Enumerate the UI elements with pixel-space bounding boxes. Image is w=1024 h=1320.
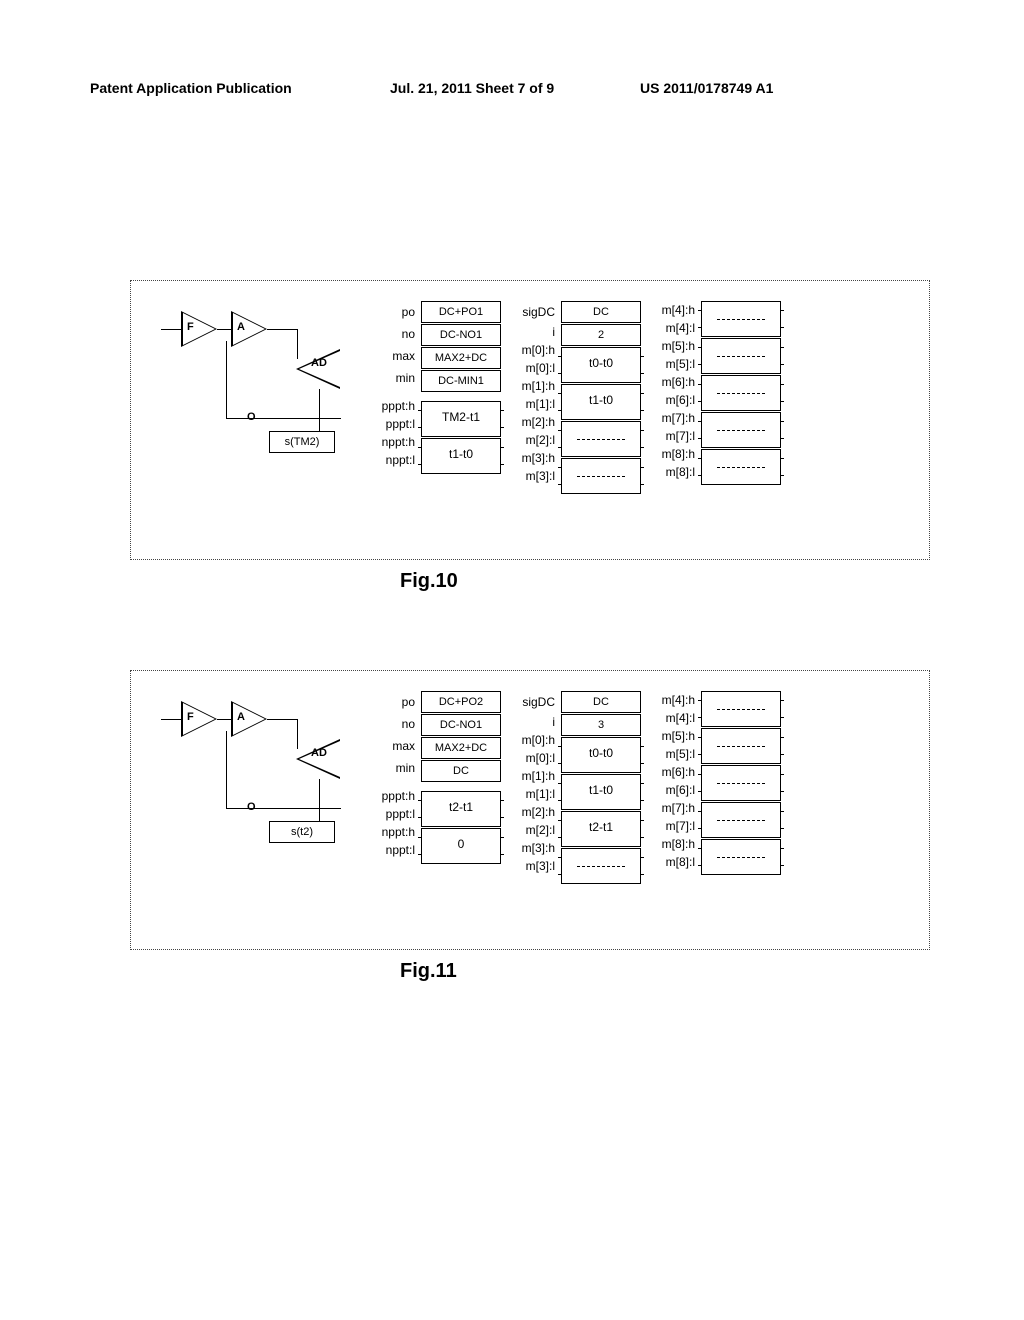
header-left: Patent Application Publication	[90, 80, 292, 96]
amp-f-label: F	[187, 711, 194, 723]
figure-11: F A AD O s(t2) po no max min pppt:h pppt…	[130, 670, 930, 950]
col2-boxes: DC 3 t0-t0 t1-t0 t2-t1	[561, 691, 641, 885]
col3-labels: m[4]:h m[4]:l m[5]:h m[5]:l m[6]:h m[6]:…	[651, 691, 701, 871]
ad-label: AD	[311, 357, 327, 369]
col2-boxes: DC 2 t0-t0 t1-t0	[561, 301, 641, 495]
col3-labels: m[4]:h m[4]:l m[5]:h m[5]:l m[6]:h m[6]:…	[651, 301, 701, 481]
figure-10: F A AD O s(TM2) po no max min pppt:h ppp…	[130, 280, 930, 560]
schematic-fig11: F A AD O s(t2)	[161, 691, 351, 841]
s-box: s(TM2)	[269, 431, 335, 453]
amp-a-label: A	[237, 711, 245, 723]
figure-10-caption: Fig.10	[400, 570, 458, 593]
o-label: O	[247, 801, 256, 813]
schematic-fig10: F A AD O s(TM2)	[161, 301, 351, 451]
col3-boxes	[701, 691, 781, 876]
col1-labels: po no max min pppt:h pppt:l nppt:h nppt:…	[371, 301, 421, 469]
s-box: s(t2)	[269, 821, 335, 843]
amp-f-label: F	[187, 321, 194, 333]
col1-boxes: DC+PO2 DC-NO1 MAX2+DC DC t2-t1 0	[421, 691, 501, 865]
header-mid: Jul. 21, 2011 Sheet 7 of 9	[390, 80, 554, 96]
col2-labels: sigDC i m[0]:h m[0]:l m[1]:h m[1]:l m[2]…	[511, 691, 561, 875]
header-right: US 2011/0178749 A1	[640, 80, 773, 96]
col1-boxes: DC+PO1 DC-NO1 MAX2+DC DC-MIN1 TM2-t1 t1-…	[421, 301, 501, 475]
amp-a-label: A	[237, 321, 245, 333]
col1-labels: po no max min pppt:h pppt:l nppt:h nppt:…	[371, 691, 421, 859]
ad-label: AD	[311, 747, 327, 759]
col2-labels: sigDC i m[0]:h m[0]:l m[1]:h m[1]:l m[2]…	[511, 301, 561, 485]
col3-boxes	[701, 301, 781, 486]
o-label: O	[247, 411, 256, 423]
figure-11-caption: Fig.11	[400, 960, 457, 983]
